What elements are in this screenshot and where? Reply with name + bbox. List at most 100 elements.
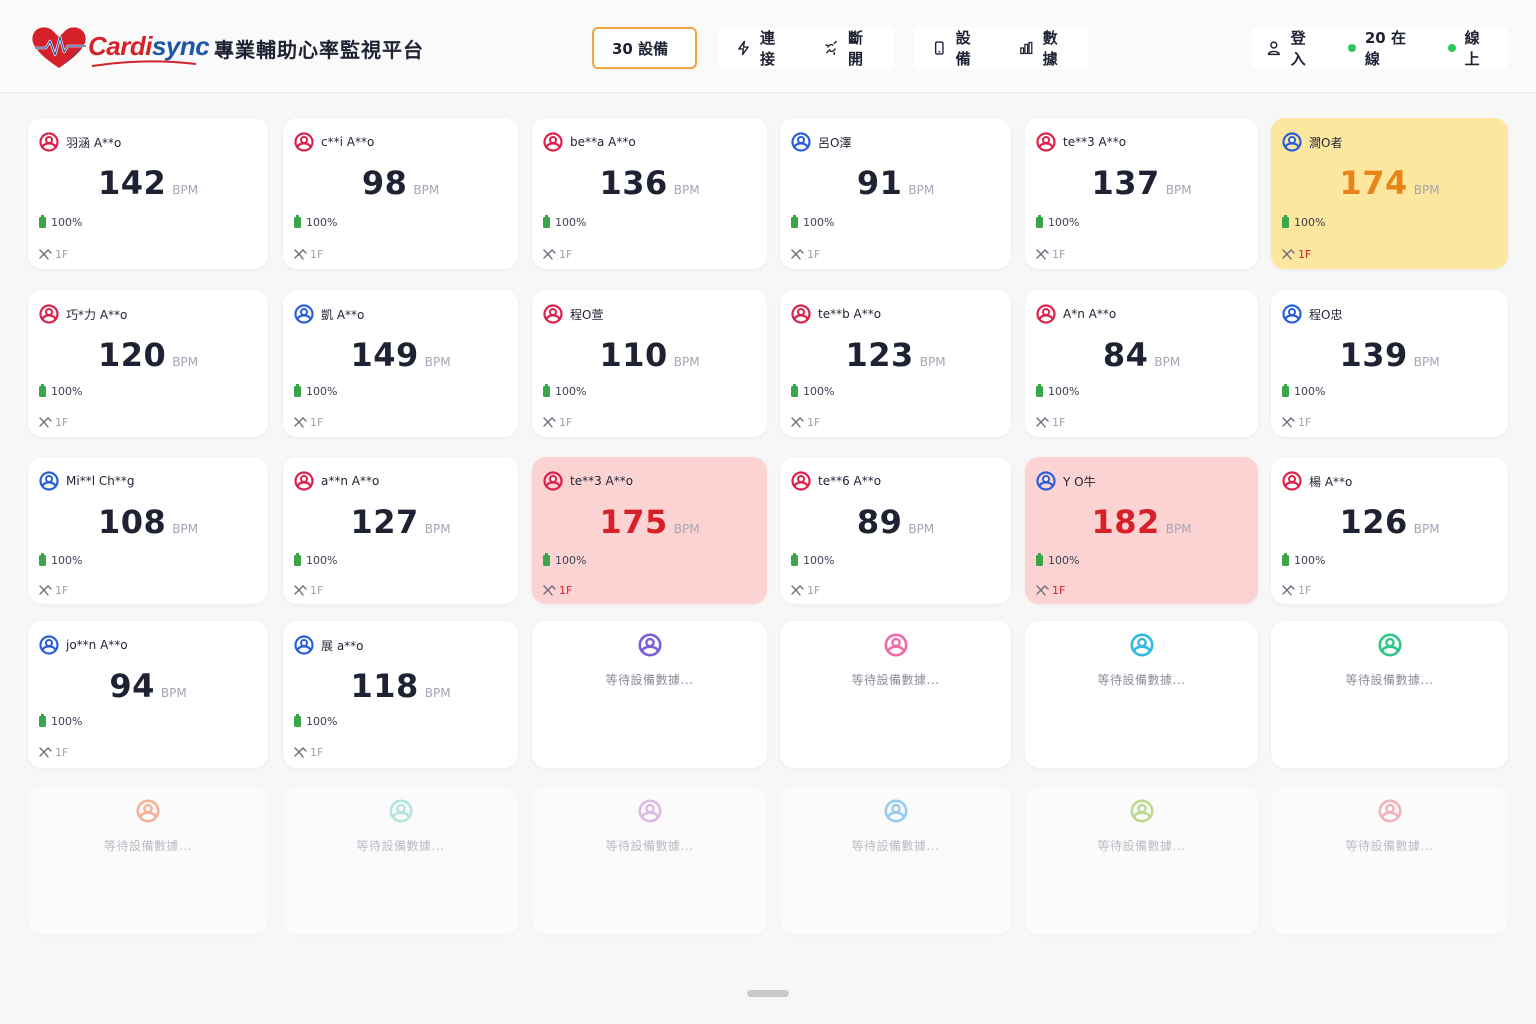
brand-swoosh-icon xyxy=(91,60,197,67)
heart-rate-card[interactable]: c**i A**o 98 BPM 100% 1F xyxy=(283,118,518,269)
battery-level: 100% xyxy=(1036,215,1079,229)
bpm-number: 126 xyxy=(1339,503,1408,541)
bpm-number: 84 xyxy=(1102,336,1149,374)
heart-rate-card[interactable]: 程O忠 139 BPM 100% 1F xyxy=(1271,290,1508,437)
user-name: be**a A**o xyxy=(543,132,636,152)
battery-label: 100% xyxy=(803,216,835,229)
heart-rate-card[interactable]: 呂O澤 91 BPM 100% 1F xyxy=(780,118,1011,269)
floor-location: 1F xyxy=(543,584,572,597)
waiting-device-card[interactable]: 等待設備數據... xyxy=(1271,787,1508,935)
battery-level: 100% xyxy=(294,215,337,229)
heart-rate-card[interactable]: te**b A**o 123 BPM 100% 1F xyxy=(780,290,1011,437)
device-avatar xyxy=(388,799,413,823)
waiting-device-card[interactable]: 等待設備數據... xyxy=(780,787,1011,935)
connect-button[interactable]: 連接 xyxy=(718,27,806,69)
user-avatar-icon xyxy=(39,304,59,324)
battery-icon xyxy=(39,714,46,727)
user-name: 呂O澤 xyxy=(791,132,851,152)
battery-level: 100% xyxy=(1282,384,1326,398)
bpm-number: 127 xyxy=(350,503,419,541)
waiting-avatar-icon xyxy=(1129,633,1154,657)
bpm-number: 89 xyxy=(856,503,903,541)
heart-rate-card[interactable]: 羽涵 A**o 142 BPM 100% 1F xyxy=(28,118,268,269)
heart-rate-card[interactable]: be**a A**o 136 BPM 100% 1F xyxy=(532,118,767,269)
battery-label: 100% xyxy=(51,385,83,398)
heart-rate-value: 126 BPM xyxy=(1271,503,1508,541)
online-count-label: 20 在線 xyxy=(1364,29,1406,68)
user-name-label: 巧*力 A**o xyxy=(66,307,128,322)
bluetooth-signal-icon xyxy=(39,747,52,758)
battery-label: 100% xyxy=(1294,385,1326,398)
floor-location: 1F xyxy=(791,584,820,597)
heart-rate-card[interactable]: 程O萱 110 BPM 100% 1F xyxy=(532,290,767,437)
user-name: 程O萱 xyxy=(543,304,603,324)
heart-rate-card[interactable]: A*n A**o 84 BPM 100% 1F xyxy=(1025,290,1258,437)
heart-rate-card[interactable]: Mi**l Ch**g 108 BPM 100% 1F xyxy=(28,457,268,604)
waiting-avatar-icon xyxy=(1377,799,1402,823)
waiting-device-card[interactable]: 等待設備數據... xyxy=(1271,621,1508,768)
devices-button[interactable]: 設備 xyxy=(914,27,1001,69)
battery-icon xyxy=(39,553,46,566)
data-button[interactable]: 數據 xyxy=(1001,27,1088,69)
waiting-device-card[interactable]: 等待設備數據... xyxy=(28,787,268,935)
heart-rate-card[interactable]: te**6 A**o 89 BPM 100% 1F xyxy=(780,457,1011,604)
bpm-unit: BPM xyxy=(1413,355,1440,369)
heart-rate-card[interactable]: a**n A**o 127 BPM 100% 1F xyxy=(283,457,518,604)
battery-level: 100% xyxy=(294,384,337,398)
heart-rate-card[interactable]: 凱 A**o 149 BPM 100% 1F xyxy=(283,290,518,437)
waiting-text: 等待設備數據... xyxy=(104,839,192,853)
heart-rate-value: 89 BPM xyxy=(780,503,1011,541)
battery-icon xyxy=(543,215,550,228)
floor-label: 1F xyxy=(559,584,573,597)
heart-rate-card[interactable]: jo**n A**o 94 BPM 100% 1F xyxy=(28,621,268,768)
floor-label: 1F xyxy=(807,416,821,429)
waiting-device-card[interactable]: 等待設備數據... xyxy=(532,621,767,768)
heart-rate-card[interactable]: 巧*力 A**o 120 BPM 100% 1F xyxy=(28,290,268,437)
battery-label: 100% xyxy=(555,216,587,229)
online-dot-icon xyxy=(1348,44,1356,52)
bluetooth-signal-icon xyxy=(294,249,307,260)
waiting-avatar-icon xyxy=(1377,633,1402,657)
heart-rate-value: 108 BPM xyxy=(28,503,268,541)
waiting-device-card[interactable]: 等待設備數據... xyxy=(532,787,767,935)
bpm-number: 182 xyxy=(1091,503,1160,541)
bpm-number: 136 xyxy=(599,164,668,202)
waiting-device-card[interactable]: 等待設備數據... xyxy=(283,787,518,935)
floor-label: 1F xyxy=(55,416,69,429)
battery-icon xyxy=(1282,215,1289,228)
disconnect-button[interactable]: 斷開 xyxy=(806,27,894,69)
battery-icon xyxy=(791,215,798,228)
device-count-button[interactable]: 30 設備 xyxy=(592,27,697,69)
heart-rate-card[interactable]: te**3 A**o 175 BPM 100% 1F xyxy=(532,457,767,604)
scroll-handle[interactable] xyxy=(747,990,789,997)
floor-label: 1F xyxy=(310,416,324,429)
brand-name: Cardisync xyxy=(88,31,210,61)
heart-rate-value: 98 BPM xyxy=(283,164,518,202)
floor-location: 1F xyxy=(1036,416,1065,429)
user-avatar-icon xyxy=(1282,304,1302,324)
heart-rate-card[interactable]: 展 a**o 118 BPM 100% 1F xyxy=(283,621,518,768)
floor-label: 1F xyxy=(1052,248,1066,261)
battery-level: 100% xyxy=(294,714,338,728)
waiting-device-card[interactable]: 等待設備數據... xyxy=(1025,787,1258,935)
battery-label: 100% xyxy=(306,715,338,728)
heart-rate-value: 94 BPM xyxy=(28,667,268,705)
user-name-label: jo**n A**o xyxy=(66,638,128,652)
heart-rate-card[interactable]: 澗O者 174 BPM 100% 1F xyxy=(1271,118,1508,269)
view-controls: 設備 數據 xyxy=(914,27,1088,69)
heart-rate-card[interactable]: te**3 A**o 137 BPM 100% 1F xyxy=(1025,118,1258,269)
heart-rate-card[interactable]: 楊 A**o 126 BPM 100% 1F xyxy=(1271,457,1508,604)
heart-rate-card[interactable]: Y O牛 182 BPM 100% 1F xyxy=(1025,457,1258,604)
lightning-icon xyxy=(738,40,749,56)
floor-location: 1F xyxy=(39,416,68,429)
battery-level: 100% xyxy=(791,384,834,398)
login-button[interactable]: 登入 xyxy=(1252,27,1334,69)
battery-level: 100% xyxy=(543,384,586,398)
heart-rate-value: 123 BPM xyxy=(780,336,1011,374)
heart-rate-value: 182 BPM xyxy=(1025,503,1258,541)
waiting-device-card[interactable]: 等待設備數據... xyxy=(780,621,1011,768)
waiting-text: 等待設備數據... xyxy=(605,839,694,853)
user-name-label: c**i A**o xyxy=(321,135,375,149)
waiting-device-card[interactable]: 等待設備數據... xyxy=(1025,621,1258,768)
user-name: 程O忠 xyxy=(1282,304,1342,324)
